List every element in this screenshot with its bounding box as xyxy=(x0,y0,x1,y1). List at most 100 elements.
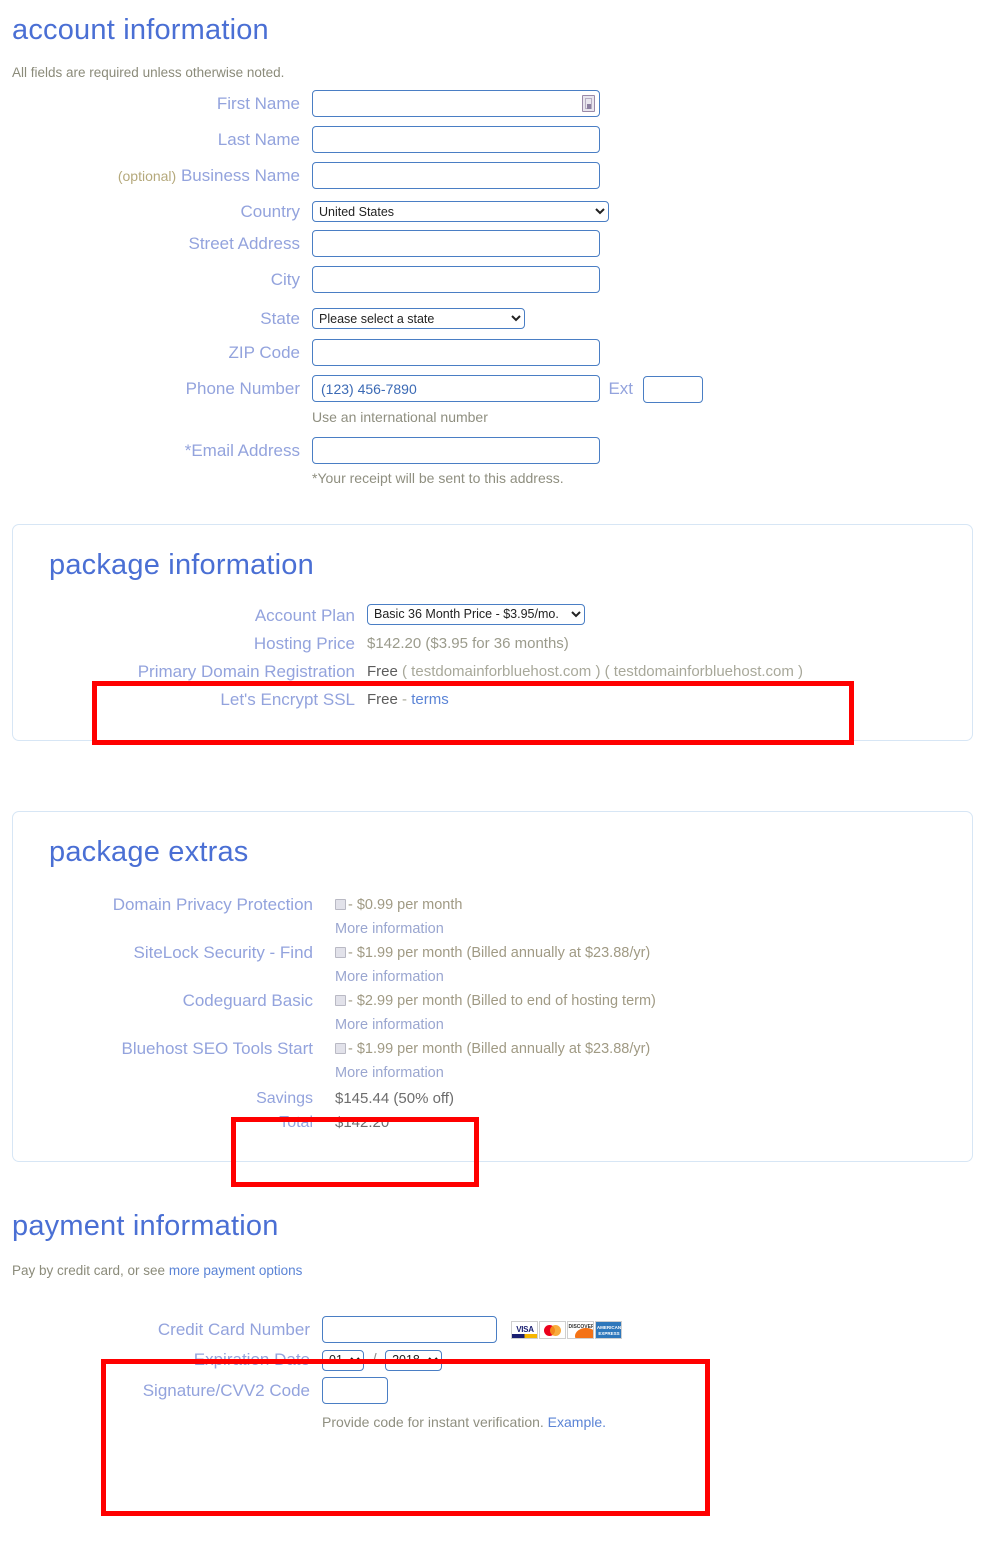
email-label: *Email Address xyxy=(184,441,300,461)
payment-note-prefix: Pay by credit card, or see xyxy=(12,1263,169,1279)
cvv-input[interactable] xyxy=(322,1377,388,1405)
expiration-date-label: Expiration Date xyxy=(193,1350,310,1370)
email-input[interactable] xyxy=(312,437,600,465)
phone-ext-input[interactable] xyxy=(643,375,704,403)
extra-body-codeguard: - $2.99 per month (Billed to end of host… xyxy=(335,989,656,1037)
checkbox-seo-tools[interactable] xyxy=(335,1043,346,1055)
expiration-separator: / xyxy=(372,1351,377,1369)
lets-encrypt-ssl-value: Free - terms xyxy=(367,686,449,714)
phone-label: Phone Number xyxy=(185,379,300,398)
last-name-label: Last Name xyxy=(217,130,300,149)
total-label: Total xyxy=(279,1114,313,1132)
state-control: Please select a state xyxy=(312,308,525,329)
email-row: *Email Address *Your receipt will be sen… xyxy=(0,437,985,486)
extra-price-line-codeguard: - $2.99 per month (Billed to end of host… xyxy=(335,989,656,1013)
autofill-contact-icon[interactable] xyxy=(582,95,595,112)
more-information-link-domain-privacy[interactable]: More information xyxy=(335,917,462,941)
savings-value: $145.44 (50% off) xyxy=(335,1090,454,1108)
credit-card-number-row: Credit Card Number xyxy=(12,1316,985,1344)
extra-price-text-codeguard: - $2.99 per month (Billed to end of host… xyxy=(348,993,656,1010)
expiration-year-select[interactable]: 2018 xyxy=(385,1349,443,1371)
email-helper-text: *Your receipt will be sent to this addre… xyxy=(312,470,564,487)
account-information-section: account information All fields are requi… xyxy=(0,0,985,486)
last-name-input[interactable] xyxy=(312,126,600,153)
country-control: United States xyxy=(312,201,609,222)
payment-information-title: payment information xyxy=(12,1210,279,1243)
first-name-control xyxy=(312,90,600,117)
phone-input[interactable] xyxy=(312,375,600,402)
cvv-example-link[interactable]: Example. xyxy=(548,1414,606,1430)
extra-label-domain-privacy: Domain Privacy Protection xyxy=(112,895,313,915)
phone-control: Ext Use an international number xyxy=(312,375,704,425)
package-extras-title: package extras xyxy=(49,836,249,869)
last-name-control xyxy=(312,126,600,153)
primary-domain-name-2: ( testdomainforbluehost.com ) xyxy=(604,663,804,681)
extra-item-seo-tools: Bluehost SEO Tools Start - $1.99 per mon… xyxy=(13,1037,972,1085)
street-address-control xyxy=(312,230,600,257)
lets-encrypt-ssl-label: Let's Encrypt SSL xyxy=(220,690,355,710)
mastercard-logo xyxy=(539,1320,567,1339)
total-row: Total $142.20 xyxy=(13,1111,972,1135)
extra-item-sitelock: SiteLock Security - Find - $1.99 per mon… xyxy=(13,941,972,989)
state-select[interactable]: Please select a state xyxy=(312,308,525,329)
totals-group: Savings $145.44 (50% off) Total $142.20 xyxy=(13,1087,972,1135)
country-select[interactable]: United States xyxy=(312,201,609,222)
ssl-terms-link[interactable]: terms xyxy=(411,691,449,708)
city-label: City xyxy=(270,270,300,289)
extra-price-text-seo-tools: - $1.99 per month (Billed annually at $2… xyxy=(348,1041,651,1058)
credit-card-number-control xyxy=(322,1316,623,1344)
extra-label-sitelock: SiteLock Security - Find xyxy=(133,943,313,963)
business-name-label-text: Business Name xyxy=(180,166,300,185)
primary-domain-value: Free ( testdomainforbluehost.com ) ( tes… xyxy=(367,658,803,686)
zip-input[interactable] xyxy=(312,339,600,366)
primary-domain-label: Primary Domain Registration xyxy=(137,662,355,682)
extra-body-domain-privacy: - $0.99 per month More information xyxy=(335,893,462,941)
country-label: Country xyxy=(240,202,300,221)
expiration-date-row: Expiration Date 01 / 2018 xyxy=(12,1349,985,1371)
account-plan-row: Account Plan Basic 36 Month Price - $3.9… xyxy=(13,602,972,630)
first-name-input[interactable] xyxy=(312,90,600,117)
extra-price-text-sitelock: - $1.99 per month (Billed annually at $2… xyxy=(348,945,651,962)
credit-card-number-input[interactable] xyxy=(322,1316,497,1344)
cvv-label: Signature/CVV2 Code xyxy=(142,1381,310,1401)
package-information-section: package information Account Plan Basic 3… xyxy=(12,524,973,742)
account-plan-control: Basic 36 Month Price - $3.95/mo. xyxy=(367,602,585,626)
extra-body-seo-tools: - $1.99 per month (Billed annually at $2… xyxy=(335,1037,650,1085)
more-information-link-seo-tools[interactable]: More information xyxy=(335,1061,650,1085)
extra-item-codeguard: Codeguard Basic - $2.99 per month (Bille… xyxy=(13,989,972,1037)
discover-logo xyxy=(567,1320,595,1339)
visa-logo xyxy=(511,1320,539,1339)
primary-domain-row: Primary Domain Registration Free ( testd… xyxy=(13,658,972,686)
business-name-control xyxy=(312,162,600,189)
zip-row: ZIP Code xyxy=(0,339,985,367)
cvv-helper-prefix: Provide code for instant verification. xyxy=(322,1414,548,1431)
checkout-page: account information All fields are requi… xyxy=(0,0,985,1516)
more-information-link-codeguard[interactable]: More information xyxy=(335,1013,656,1037)
extra-price-line-sitelock: - $1.99 per month (Billed annually at $2… xyxy=(335,941,650,965)
business-name-input[interactable] xyxy=(312,162,600,189)
expiration-month-select[interactable]: 01 xyxy=(322,1349,364,1371)
cvv-control: Provide code for instant verification. E… xyxy=(322,1377,606,1430)
first-name-row: First Name xyxy=(0,90,985,118)
checkbox-codeguard[interactable] xyxy=(335,995,346,1007)
street-address-input[interactable] xyxy=(312,230,600,257)
more-payment-options-link[interactable]: more payment options xyxy=(169,1263,303,1278)
extra-price-line-seo-tools: - $1.99 per month (Billed annually at $2… xyxy=(335,1037,650,1061)
ssl-dash: - xyxy=(402,691,408,709)
package-extras-section: package extras Domain Privacy Protection… xyxy=(12,811,973,1163)
amex-logo xyxy=(595,1320,623,1339)
more-information-link-sitelock[interactable]: More information xyxy=(335,965,650,989)
savings-label: Savings xyxy=(256,1090,313,1108)
checkbox-domain-privacy[interactable] xyxy=(335,899,346,911)
business-name-optional-tag: (optional) xyxy=(117,168,177,184)
city-control xyxy=(312,266,600,293)
total-value: $142.20 xyxy=(335,1114,390,1132)
primary-domain-name-1: ( testdomainforbluehost.com ) xyxy=(402,663,601,681)
account-plan-select[interactable]: Basic 36 Month Price - $3.95/mo. xyxy=(367,603,585,625)
checkbox-sitelock[interactable] xyxy=(335,947,346,959)
hosting-price-value: $142.20 ($3.95 for 36 months) xyxy=(367,635,569,653)
page-title: account information xyxy=(12,14,269,46)
city-input[interactable] xyxy=(312,266,600,293)
ssl-free-text: Free xyxy=(367,691,398,709)
country-row: Country United States xyxy=(0,198,985,226)
